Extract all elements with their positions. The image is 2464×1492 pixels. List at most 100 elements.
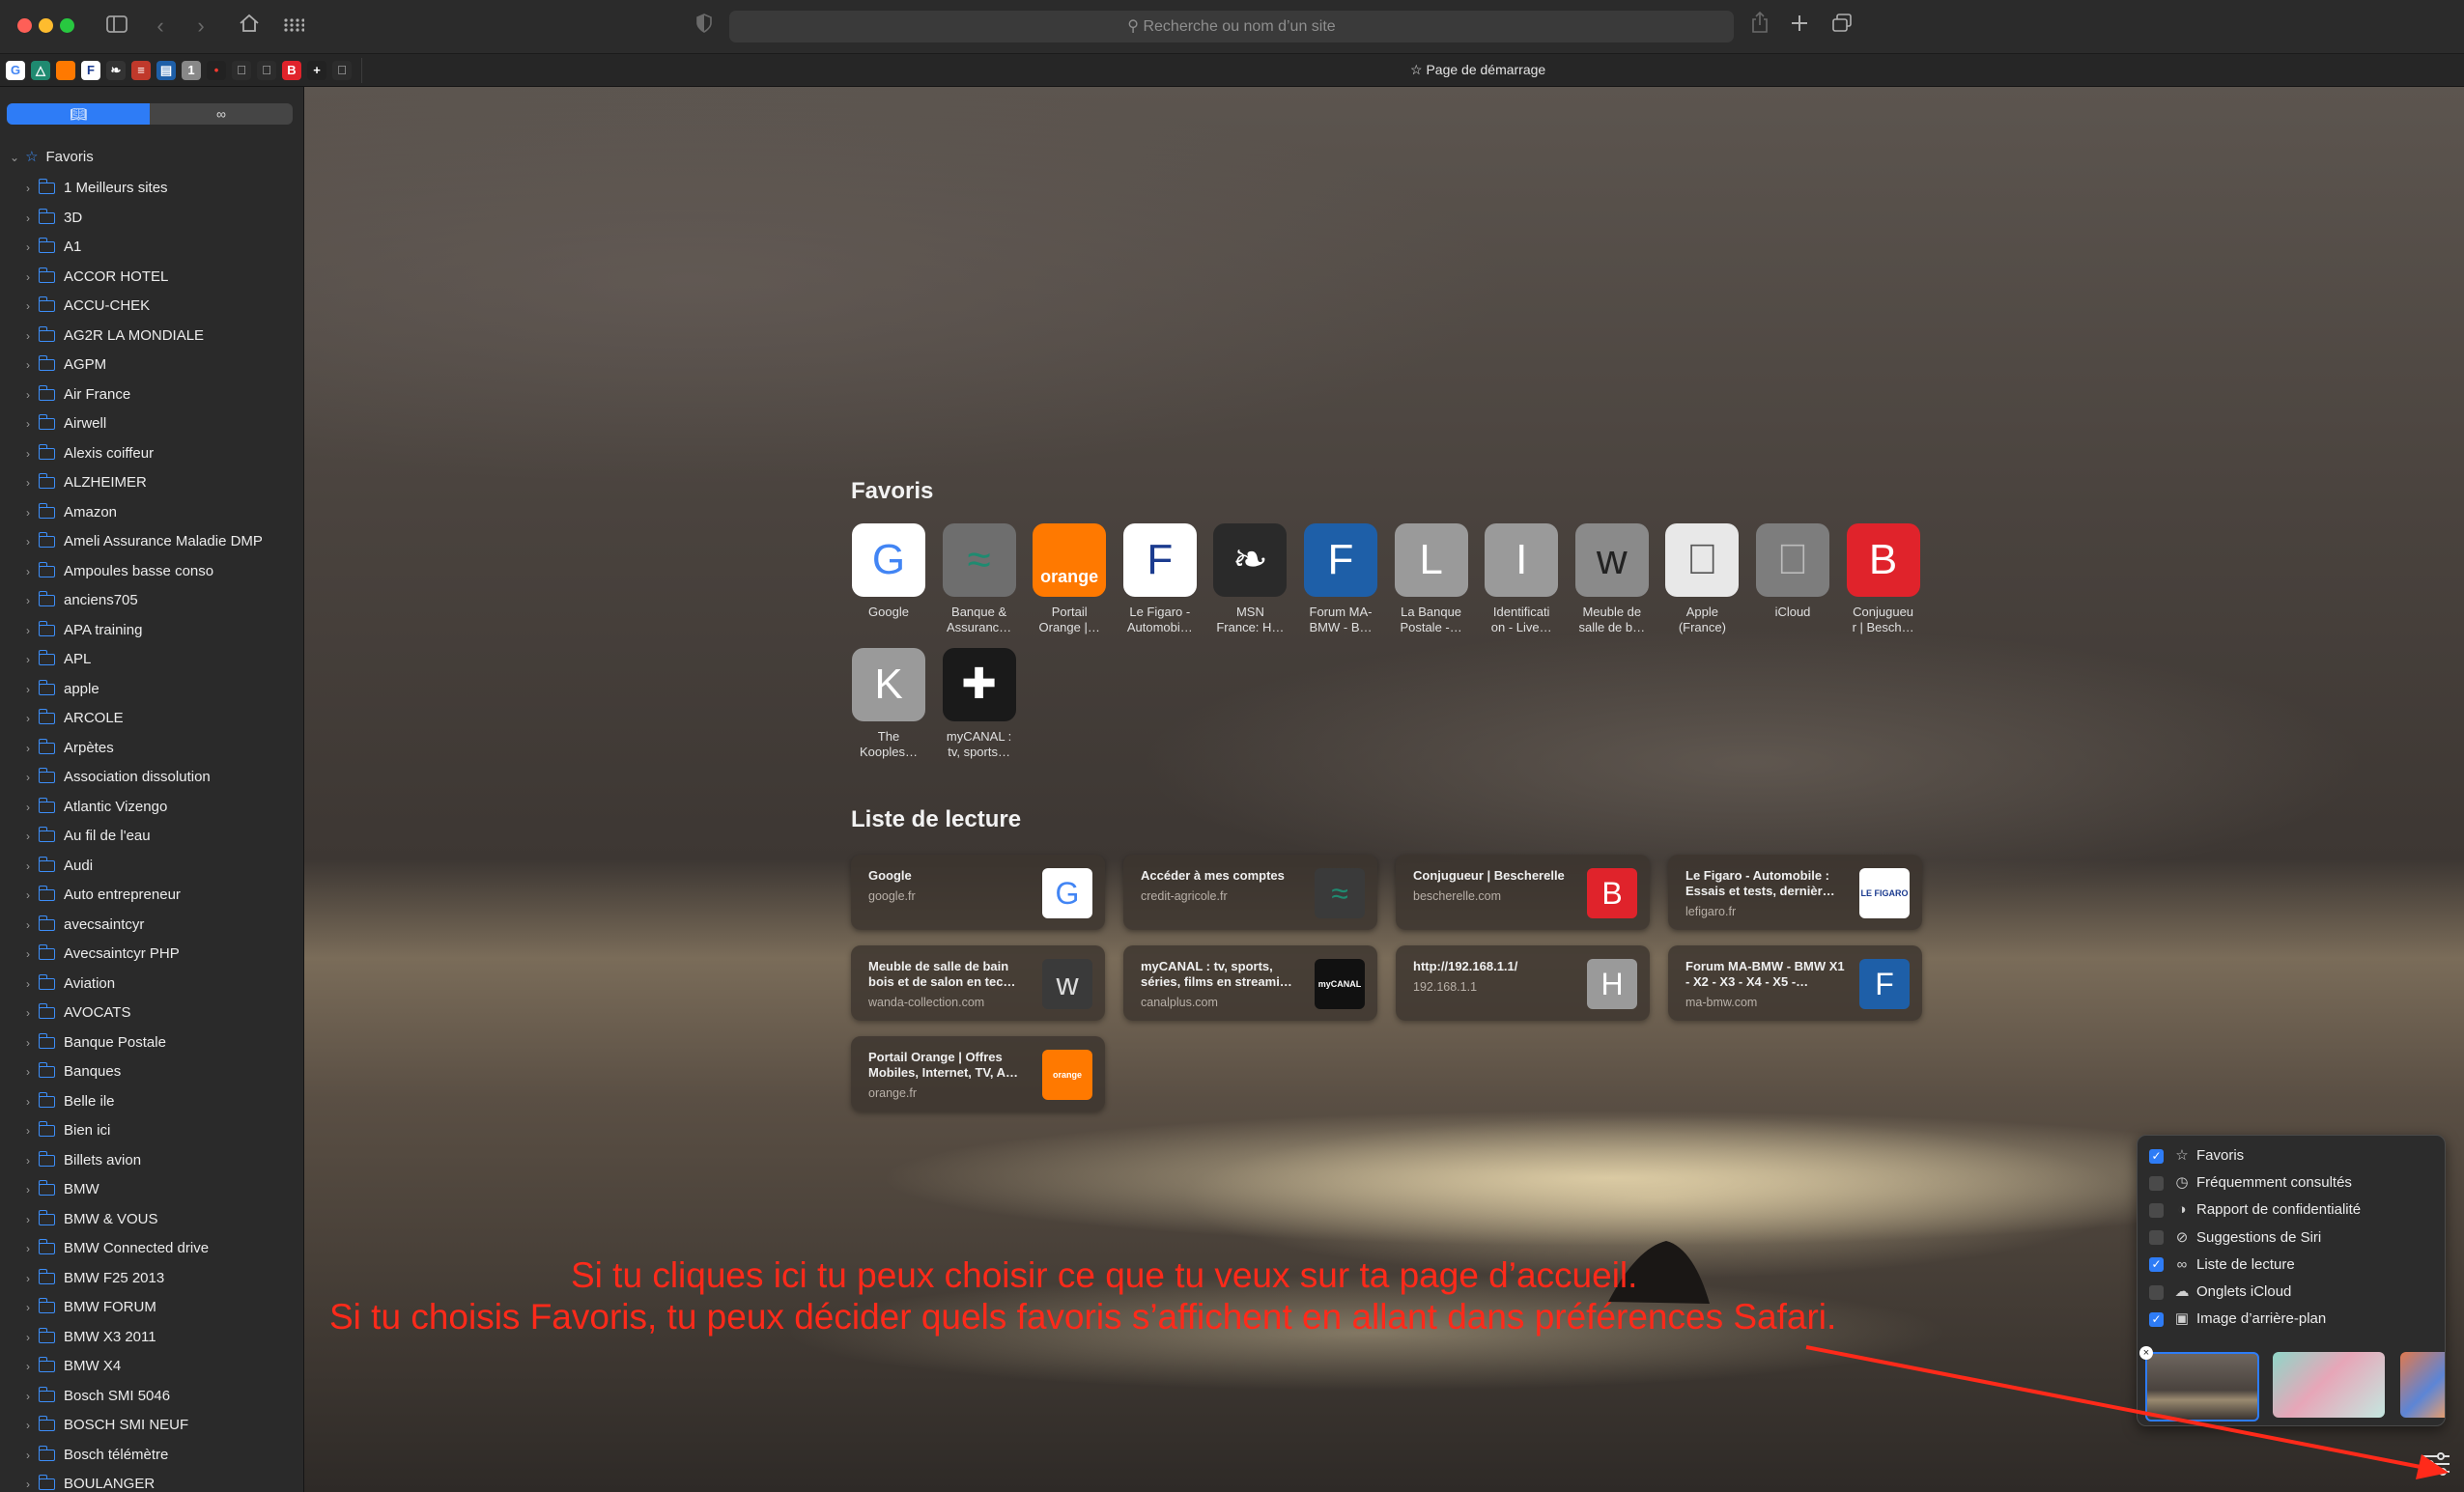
favorite-tile[interactable]: I Identificati on - Live… bbox=[1484, 523, 1559, 635]
sidebar-folder-item[interactable]: › BOSCH SMI NEUF bbox=[0, 1411, 303, 1441]
sidebar-folder-item[interactable]: › Amazon bbox=[0, 498, 303, 528]
sidebar-folder-item[interactable]: › APA training bbox=[0, 616, 303, 646]
sidebar-folder-item[interactable]: › APL bbox=[0, 645, 303, 675]
sidebar-folder-item[interactable]: › Bosch SMI 5046 bbox=[0, 1382, 303, 1412]
favorite-tile[interactable]: ≈ Banque & Assuranc… bbox=[942, 523, 1017, 635]
sidebar-folder-item[interactable]: › Au fil de l'eau bbox=[0, 822, 303, 852]
sidebar-folder-item[interactable]: › Aviation bbox=[0, 970, 303, 999]
favorite-tile[interactable]: F Le Figaro - Automobi… bbox=[1122, 523, 1198, 635]
favorite-tile[interactable]: w Meuble de salle de b… bbox=[1574, 523, 1650, 635]
bescherelle-icon[interactable]: B bbox=[282, 61, 301, 80]
sidebar-folder-item[interactable]: › 3D bbox=[0, 204, 303, 234]
reading-list-card[interactable]: Portail Orange | Offres Mobiles, Interne… bbox=[851, 1036, 1105, 1112]
sidebar-folder-item[interactable]: › Belle ile bbox=[0, 1087, 303, 1117]
flag-icon[interactable]: ≡ bbox=[131, 61, 151, 80]
reading-list-tab[interactable]: ∞ bbox=[150, 103, 293, 125]
share-icon[interactable] bbox=[1745, 11, 1774, 41]
checkbox[interactable] bbox=[2149, 1284, 2164, 1300]
sidebar-folder-item[interactable]: › BMW bbox=[0, 1175, 303, 1205]
sidebar-folder-item[interactable]: › Audi bbox=[0, 852, 303, 882]
msn-icon[interactable]: ❧ bbox=[106, 61, 126, 80]
reading-list-card[interactable]: Meuble de salle de bain bois et de salon… bbox=[851, 945, 1105, 1021]
sidebar-folder-item[interactable]: › Billets avion bbox=[0, 1146, 303, 1176]
bookmarks-tab[interactable]: 📖︎ bbox=[7, 103, 150, 125]
figaro-icon[interactable]: F bbox=[81, 61, 100, 80]
sidebar-folder-item[interactable]: › ACCU-CHEK bbox=[0, 292, 303, 322]
sidebar-folder-item[interactable]: › Banques bbox=[0, 1057, 303, 1087]
reading-list-card[interactable]: Accéder à mes comptes credit-agricole.fr ≈ bbox=[1123, 855, 1377, 930]
sidebar-folder-item[interactable]: › Ampoules basse conso bbox=[0, 557, 303, 587]
sidebar-folder-item[interactable]: › BMW & VOUS bbox=[0, 1205, 303, 1235]
favorite-tile[interactable]: G Google bbox=[851, 523, 926, 620]
customize-option[interactable]: ⊘ Suggestions de Siri bbox=[2149, 1225, 2321, 1251]
apple-icon[interactable]:  bbox=[232, 61, 251, 80]
new-tab-icon[interactable] bbox=[1785, 12, 1814, 41]
background-thumbnail-partial[interactable] bbox=[2400, 1352, 2445, 1418]
sidebar-folder-item[interactable]: › A1 bbox=[0, 233, 303, 263]
sidebar-folder-item[interactable]: › Arpètes bbox=[0, 734, 303, 764]
checkbox[interactable]: ✓ bbox=[2149, 1257, 2164, 1273]
credit-agricole-icon[interactable]: △ bbox=[31, 61, 50, 80]
reading-list-card[interactable]: Le Figaro - Automobile : Essais et tests… bbox=[1668, 855, 1922, 930]
sidebar-folder-item[interactable]: › Airwell bbox=[0, 409, 303, 439]
sidebar-folder-item[interactable]: › BMW X4 bbox=[0, 1352, 303, 1382]
checkbox[interactable] bbox=[2149, 1230, 2164, 1246]
sidebar-root-favoris[interactable]: ⌄ ☆ Favoris bbox=[10, 147, 94, 168]
sidebar-folder-item[interactable]: › ACCOR HOTEL bbox=[0, 263, 303, 293]
customize-option[interactable]: ✓ ▣ Image d’arrière-plan bbox=[2149, 1307, 2326, 1332]
home-icon[interactable] bbox=[235, 12, 264, 41]
checkbox[interactable] bbox=[2149, 1175, 2164, 1191]
favorite-tile[interactable]: B Conjugueu r | Besch… bbox=[1846, 523, 1921, 635]
favorite-tile[interactable]: ❧ MSN France: H… bbox=[1212, 523, 1288, 635]
sidebar-folder-item[interactable]: › BOULANGER bbox=[0, 1470, 303, 1492]
orange-icon[interactable] bbox=[56, 61, 75, 80]
red-dot-icon[interactable]: • bbox=[207, 61, 226, 80]
sidebar-folder-item[interactable]: › ALZHEIMER bbox=[0, 468, 303, 498]
sidebar-folder-item[interactable]: › Association dissolution bbox=[0, 763, 303, 793]
close-window-button[interactable] bbox=[17, 18, 32, 33]
reading-list-card[interactable]: Forum MA-BMW - BMW X1 - X2 - X3 - X4 - X… bbox=[1668, 945, 1922, 1021]
checkbox[interactable] bbox=[2149, 1202, 2164, 1218]
sidebar-folder-item[interactable]: › BMW Connected drive bbox=[0, 1234, 303, 1264]
sidebar-folder-item[interactable]: › Alexis coiffeur bbox=[0, 439, 303, 469]
favorite-tile[interactable]:  Apple(France) bbox=[1664, 523, 1740, 635]
customize-option[interactable]: ✓ ∞ Liste de lecture bbox=[2149, 1253, 2295, 1278]
reading-list-card[interactable]: http://192.168.1.1/192.168.1.1 H bbox=[1396, 945, 1650, 1021]
tab-start-page[interactable]: ☆ Page de démarrage bbox=[1410, 62, 1545, 78]
sidebar-folder-item[interactable]: › Avecsaintcyr PHP bbox=[0, 940, 303, 970]
address-bar[interactable]: ⚲ Recherche ou nom d’un site bbox=[729, 11, 1734, 42]
sidebar-folder-item[interactable]: › avecsaintcyr bbox=[0, 911, 303, 941]
favorite-tile[interactable]: L La Banque Postale -… bbox=[1394, 523, 1469, 635]
favorite-tile[interactable]: K The Kooples… bbox=[851, 648, 926, 760]
sidebar-folder-item[interactable]: › BMW X3 2011 bbox=[0, 1323, 303, 1353]
apple-icon[interactable]:  bbox=[257, 61, 276, 80]
reading-list-card[interactable]: myCANAL : tv, sports, séries, films en s… bbox=[1123, 945, 1377, 1021]
zoom-window-button[interactable] bbox=[60, 18, 74, 33]
minimize-window-button[interactable] bbox=[39, 18, 53, 33]
number-one-icon[interactable]: 1 bbox=[182, 61, 201, 80]
tab-overview-icon[interactable] bbox=[1827, 12, 1856, 41]
customize-option[interactable]: ☁ Onglets iCloud bbox=[2149, 1280, 2291, 1305]
reading-list-card[interactable]: Conjugueur | Bescherelle bescherelle.com B bbox=[1396, 855, 1650, 930]
sidebar-folder-item[interactable]: › AG2R LA MONDIALE bbox=[0, 322, 303, 352]
sidebar-toggle-icon[interactable] bbox=[102, 12, 131, 41]
plus-icon[interactable]: + bbox=[307, 61, 326, 80]
background-thumbnail-butterfly[interactable] bbox=[2273, 1352, 2385, 1418]
sidebar-folder-item[interactable]: › BMW FORUM bbox=[0, 1293, 303, 1323]
sidebar-folder-item[interactable]: › AGPM bbox=[0, 351, 303, 380]
customize-option[interactable]: ◑ Rapport de confidentialité bbox=[2149, 1197, 2361, 1223]
customize-start-page-button[interactable] bbox=[2420, 1450, 2454, 1481]
sidebar-folder-item[interactable]: › AVOCATS bbox=[0, 999, 303, 1028]
google-icon[interactable]: G bbox=[6, 61, 25, 80]
favorite-tile[interactable]: ✚ myCANAL : tv, sports… bbox=[942, 648, 1017, 760]
checkbox[interactable]: ✓ bbox=[2149, 1311, 2164, 1327]
favorite-tile[interactable]: orange Portail Orange |… bbox=[1032, 523, 1107, 635]
privacy-report-icon[interactable] bbox=[690, 12, 719, 41]
remove-background-icon[interactable]: × bbox=[2139, 1346, 2153, 1360]
background-thumbnail-selected[interactable] bbox=[2145, 1352, 2259, 1422]
sidebar-folder-item[interactable]: › ARCOLE bbox=[0, 704, 303, 734]
customize-option[interactable]: ✓ ☆ Favoris bbox=[2149, 1143, 2244, 1168]
apps-grid-icon[interactable] bbox=[279, 12, 308, 41]
back-icon[interactable]: ‹ bbox=[146, 12, 175, 41]
customize-option[interactable]: ◷ Fréquemment consultés bbox=[2149, 1170, 2352, 1196]
